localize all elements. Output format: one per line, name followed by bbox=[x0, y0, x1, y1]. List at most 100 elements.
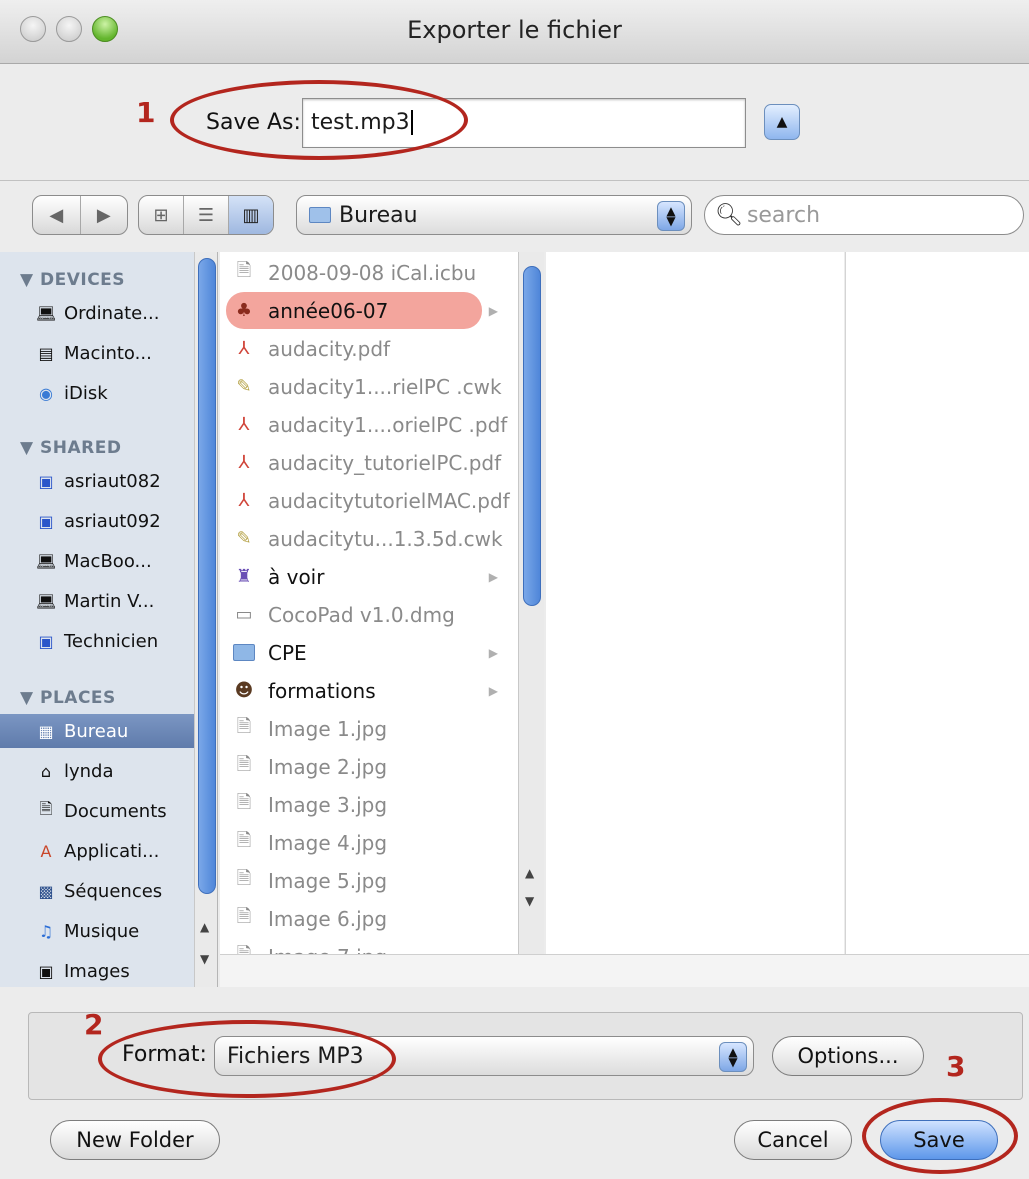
separator bbox=[0, 180, 1029, 181]
file-item[interactable]: ♜ à voir ▶ bbox=[220, 558, 520, 595]
file-item[interactable]: ⅄ audacity.pdf bbox=[220, 330, 520, 367]
sidebar-item-sequences[interactable]: ▩ Séquences bbox=[0, 874, 200, 908]
window-title: Exporter le fichier bbox=[407, 16, 622, 44]
cancel-button[interactable]: Cancel bbox=[734, 1120, 852, 1160]
location-label: Bureau bbox=[339, 202, 418, 228]
file-item[interactable]: ✎ audacity1....rielPC .cwk bbox=[220, 368, 520, 405]
file-item[interactable]: 🗎︎ Image 4.jpg bbox=[220, 824, 520, 861]
sidebar-item-asriaut092[interactable]: ▣ asriaut092 bbox=[0, 504, 200, 538]
pdf-icon: ⅄ bbox=[238, 338, 250, 359]
sidebar-scrollbar[interactable]: ▲ ▼ bbox=[194, 252, 217, 987]
image-file-icon: 🗎︎ bbox=[236, 753, 252, 775]
monitor-icon: ▣ bbox=[38, 471, 54, 491]
back-arrow-icon: ◀ bbox=[49, 204, 64, 226]
options-button-label: Options... bbox=[797, 1044, 899, 1068]
file-item[interactable]: ☻ formations ▶ bbox=[220, 672, 520, 709]
triangle-up-icon: ▲ bbox=[776, 114, 788, 130]
back-button[interactable]: ◀ bbox=[33, 196, 81, 234]
search-icon: 🔍︎ bbox=[715, 202, 743, 228]
sidebar-item-macintosh[interactable]: ▤ Macinto... bbox=[0, 336, 200, 370]
file-item[interactable]: ✎ audacitytu...1.3.5d.cwk bbox=[220, 520, 520, 557]
monitor-icon: ▣ bbox=[38, 631, 54, 651]
horizontal-scrollbar[interactable] bbox=[220, 954, 1029, 987]
back-forward-control: ◀ ▶ bbox=[32, 195, 128, 235]
image-file-icon: 🗎︎ bbox=[236, 829, 252, 851]
laptop-icon: 💻︎ bbox=[35, 591, 57, 611]
file-item[interactable]: 🗎︎ Image 1.jpg bbox=[220, 710, 520, 747]
documents-icon: 🗎︎ bbox=[39, 798, 53, 818]
expand-dialog-button[interactable]: ▲ bbox=[764, 104, 800, 140]
file-item[interactable]: 🗎︎ Image 3.jpg bbox=[220, 786, 520, 823]
grid-icon: ⊞ bbox=[153, 204, 169, 226]
file-item[interactable]: ▭ CocoPad v1.0.dmg bbox=[220, 596, 520, 633]
file-item[interactable]: ⅄ audacity_tutorielPC.pdf bbox=[220, 444, 520, 481]
preview-column bbox=[546, 252, 844, 954]
sidebar-item-bureau[interactable]: ▦ Bureau bbox=[0, 714, 200, 748]
sidebar-item-macbook[interactable]: 💻︎ MacBoo... bbox=[0, 544, 200, 578]
sidebar-item-ordinateur[interactable]: 💻︎ Ordinate... bbox=[0, 296, 200, 330]
sidebar-item-musique[interactable]: ♫ Musique bbox=[0, 914, 200, 948]
options-button[interactable]: Options... bbox=[772, 1036, 924, 1076]
file-column-scrollbar[interactable]: ▲ ▼ bbox=[518, 252, 544, 954]
sidebar-item-lynda[interactable]: ⌂ lynda bbox=[0, 754, 200, 788]
chevron-right-icon: ▶ bbox=[488, 303, 498, 318]
location-popup[interactable]: Bureau ▲ ▼ bbox=[296, 195, 692, 235]
idisk-icon: ◉ bbox=[39, 383, 53, 403]
sidebar-item-applications[interactable]: A Applicati... bbox=[0, 834, 200, 868]
annotation-number-3: 3 bbox=[946, 1050, 966, 1083]
monitor-icon: ▣ bbox=[38, 511, 54, 531]
list-view-button[interactable]: ☰ bbox=[184, 196, 229, 234]
chevron-right-icon: ▶ bbox=[488, 683, 498, 698]
sidebar-item-idisk[interactable]: ◉ iDisk bbox=[0, 376, 200, 410]
popup-arrows-icon: ▲ ▼ bbox=[719, 1042, 747, 1072]
cancel-label: Cancel bbox=[757, 1128, 829, 1152]
scroll-down-arrow-icon[interactable]: ▼ bbox=[525, 894, 534, 908]
sidebar-item-technicien[interactable]: ▣ Technicien bbox=[0, 624, 200, 658]
document-icon: 🗎︎ bbox=[236, 259, 252, 281]
sidebar-item-martin[interactable]: 💻︎ Martin V... bbox=[0, 584, 200, 618]
image-file-icon: 🗎︎ bbox=[236, 867, 252, 889]
new-folder-button[interactable]: New Folder bbox=[50, 1120, 220, 1160]
file-column: 🗎︎ 2008-09-08 iCal.icbu ♣ année06-07 ▶ ⅄ aud… bbox=[220, 252, 520, 954]
scroll-down-arrow-icon[interactable]: ▼ bbox=[200, 952, 209, 966]
forward-arrow-icon: ▶ bbox=[96, 204, 111, 226]
folder-user-icon: ♣ bbox=[235, 300, 253, 321]
hard-drive-icon: ▤ bbox=[38, 343, 54, 363]
pictures-icon: ▣ bbox=[38, 961, 54, 981]
column-view-button[interactable]: ▥ bbox=[229, 196, 273, 234]
image-file-icon: 🗎︎ bbox=[236, 905, 252, 927]
sidebar-item-asriaut082[interactable]: ▣ asriaut082 bbox=[0, 464, 200, 498]
title-bar: Exporter le fichier bbox=[0, 0, 1029, 64]
image-file-icon: 🗎︎ bbox=[236, 715, 252, 737]
file-item[interactable]: 🗎︎ Image 5.jpg bbox=[220, 862, 520, 899]
movies-icon: ▩ bbox=[38, 881, 54, 901]
desktop-icon: ▦ bbox=[38, 721, 54, 741]
sidebar-item-documents[interactable]: 🗎︎ Documents bbox=[0, 794, 200, 828]
file-item[interactable]: ⅄ audacitytutorielMAC.pdf bbox=[220, 482, 520, 519]
file-item[interactable]: ♣ année06-07 ▶ bbox=[220, 292, 520, 329]
file-item[interactable]: CPE ▶ bbox=[220, 634, 520, 671]
sidebar-item-images[interactable]: ▣ Images bbox=[0, 954, 200, 987]
search-placeholder: search bbox=[746, 202, 821, 228]
chevron-right-icon: ▶ bbox=[488, 645, 498, 660]
scroll-up-arrow-icon[interactable]: ▲ bbox=[200, 920, 209, 934]
empty-column bbox=[846, 252, 1029, 954]
scroll-up-arrow-icon[interactable]: ▲ bbox=[525, 866, 534, 880]
file-item[interactable]: 🗎︎Image 7.jpg bbox=[220, 938, 520, 955]
image-file-icon: 🗎︎ bbox=[236, 943, 252, 955]
file-item[interactable]: 🗎︎ Image 2.jpg bbox=[220, 748, 520, 785]
folder-icon bbox=[232, 640, 256, 666]
computer-icon: 💻︎ bbox=[35, 303, 57, 323]
icon-view-button[interactable]: ⊞ bbox=[139, 196, 184, 234]
file-item[interactable]: 🗎︎ Image 6.jpg bbox=[220, 900, 520, 937]
applications-icon: A bbox=[40, 841, 52, 861]
file-item[interactable]: 🗎︎ 2008-09-08 iCal.icbu bbox=[220, 254, 520, 291]
cwk-icon: ✎ bbox=[236, 528, 252, 549]
file-scroll-thumb[interactable] bbox=[523, 266, 541, 606]
file-item[interactable]: ⅄ audacity1....orielPC .pdf bbox=[220, 406, 520, 443]
sidebar-scroll-thumb[interactable] bbox=[198, 258, 216, 894]
annotation-number-2: 2 bbox=[84, 1008, 104, 1041]
annotation-oval-1 bbox=[170, 80, 468, 160]
search-field[interactable]: 🔍︎ search bbox=[704, 195, 1024, 235]
forward-button[interactable]: ▶ bbox=[81, 196, 128, 234]
